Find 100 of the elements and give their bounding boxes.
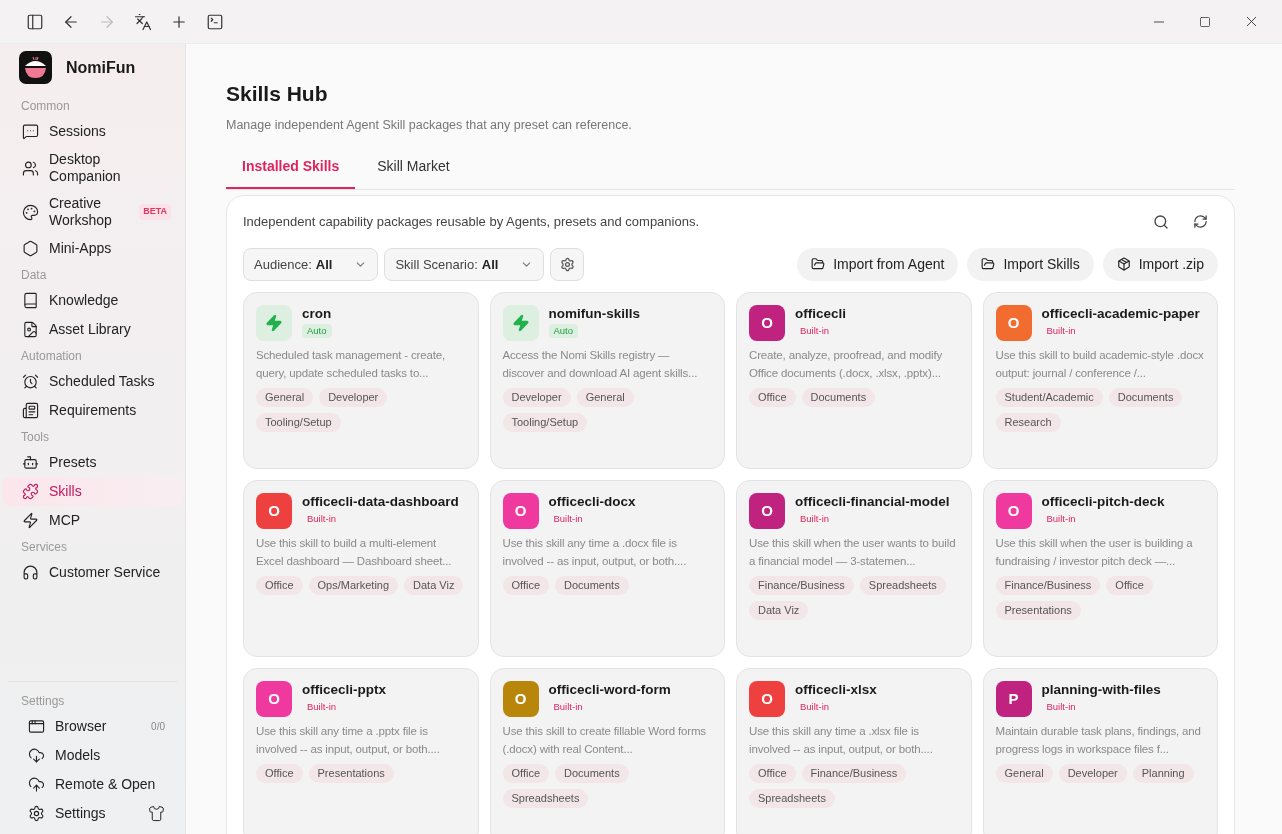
sidebar-toggle-icon[interactable] — [26, 12, 44, 31]
skill-icon-tile: O — [502, 680, 539, 717]
book-icon — [22, 292, 39, 309]
skill-tag: Data Viz — [404, 575, 464, 595]
sidebar-item[interactable]: Settings — [8, 799, 177, 828]
skill-tag: Developer — [1058, 763, 1127, 783]
chat-icon — [22, 123, 39, 140]
skill-card[interactable]: O officecli-academic-paper Built-in Use this skill to build academic-style .docx output: journal / conference /... Student/Academic Documents Research — [982, 291, 1218, 469]
skill-type-label: Built-in — [1045, 511, 1077, 526]
section-heading: Settings — [20, 693, 66, 710]
lightning-icon — [265, 313, 283, 332]
skill-tag: Office — [1106, 575, 1153, 595]
skill-description: Scheduled task management - create, query, update scheduled tasks to... — [256, 347, 447, 381]
skill-tag: Developer — [319, 387, 388, 407]
skill-name: officecli-word-form — [548, 680, 671, 699]
skill-icon-tile: O — [749, 492, 785, 529]
skill-card[interactable]: O officecli-pptx Built-in Use this skill any time a .pptx file is involved -- as input, output, or both.... Office Presentations — [243, 667, 479, 834]
skill-card[interactable]: O officecli-docx Built-in Use this skill any time a .docx file is involved -- as input, output, or both.... Office Documents — [489, 479, 725, 657]
skill-tag: Tooling/Setup — [256, 412, 341, 432]
sidebar-item[interactable]: Requirements — [2, 396, 183, 425]
sidebar-item[interactable]: Desktop Companion — [2, 146, 183, 190]
skill-tag: Documents — [801, 387, 876, 407]
section-heading: Automation — [20, 348, 83, 365]
sidebar-item[interactable]: Customer Service — [2, 558, 183, 587]
skill-card[interactable]: O officecli-pitch-deck Built-in Use this skill when the user is building a fundraising / investor pitch deck —... Finance/Business Office Presentations — [982, 479, 1218, 657]
section-heading: Common — [20, 98, 71, 115]
sidebar-item[interactable]: MCP — [2, 506, 183, 535]
skill-tag: Planning — [1132, 763, 1194, 783]
skill-tag: Tooling/Setup — [502, 412, 588, 432]
tab[interactable]: Installed Skills — [226, 156, 356, 190]
import-button[interactable]: Import from Agent — [797, 247, 959, 281]
skill-tag: Office — [502, 763, 550, 783]
skill-icon-tile: O — [995, 304, 1032, 341]
skill-icon-tile: P — [995, 680, 1032, 717]
skill-tag: Spreadsheets — [859, 575, 946, 595]
skill-description: Use this skill any time a .xlsx file is involved -- as input, output, or both.... — [749, 723, 934, 757]
sidebar-item[interactable]: Remote & Open — [8, 770, 177, 799]
lightning-icon — [511, 313, 530, 332]
robot-icon — [22, 454, 39, 471]
folder-icon — [811, 257, 826, 272]
skill-icon-tile: O — [256, 680, 292, 717]
hexagon-icon — [22, 240, 39, 257]
skill-tag: Research — [995, 412, 1061, 432]
sidebar-item[interactable]: Creative Workshop BETA — [2, 190, 183, 234]
filter-dropdown[interactable]: Audience: All — [243, 247, 379, 281]
skill-card[interactable]: cron Auto Scheduled task management - create, query, update scheduled tasks to... General Developer Tooling/Setup — [243, 291, 479, 469]
maximize-icon[interactable] — [1199, 15, 1211, 28]
beta-badge: BETA — [139, 204, 171, 220]
skill-name: officecli — [795, 304, 846, 323]
tab[interactable]: Skill Market — [361, 156, 466, 190]
skill-tag: Office — [502, 575, 550, 595]
sidebar-item[interactable]: Browser 0/0 — [8, 712, 177, 741]
people-icon — [22, 159, 39, 177]
skill-card[interactable]: O officecli Built-in Create, analyze, proofread, and modify Office documents (.docx, .xlsx, .pptx)... Office Documents — [736, 291, 972, 469]
import-button[interactable]: Import .zip — [1102, 247, 1218, 281]
puzzle-icon — [22, 483, 39, 500]
skill-type-label: Built-in — [799, 699, 831, 714]
skill-tag: Office — [256, 763, 303, 783]
sidebar-item[interactable]: Sessions — [2, 117, 183, 146]
section-heading: Tools — [20, 429, 50, 446]
sidebar-item[interactable]: Knowledge — [2, 286, 183, 315]
skill-tag: Finance/Business — [801, 763, 907, 783]
skill-tag: Student/Academic — [995, 387, 1103, 407]
skill-card[interactable]: O officecli-xlsx Built-in Use this skill any time a .xlsx file is involved -- as input, output, or both.... Office Finance/Business Spreadsheets — [736, 667, 972, 834]
import-button[interactable]: Import Skills — [967, 247, 1094, 281]
package-icon — [1116, 257, 1131, 272]
sidebar-item[interactable]: Presets — [2, 448, 183, 477]
skill-card[interactable]: O officecli-financial-model Built-in Use this skill when the user wants to build a financial model — 3-statemen... Finance/Business Spreadsheets Data Viz — [736, 479, 972, 657]
refresh-icon[interactable] — [1193, 214, 1208, 229]
section-heading: Services — [20, 539, 68, 556]
skill-icon-tile: O — [749, 680, 785, 717]
headphones-icon — [22, 564, 39, 581]
sidebar-item[interactable]: Models — [8, 741, 177, 770]
skill-description: Use this skill to create fillable Word forms (.docx) with real Content... — [502, 723, 707, 757]
skill-tag: Developer — [502, 387, 571, 407]
terminal-icon[interactable] — [206, 12, 224, 31]
shirt-icon[interactable] — [148, 805, 165, 822]
skill-tag: Presentations — [995, 600, 1081, 620]
skill-description: Create, analyze, proofread, and modify Office documents (.docx, .xlsx, .pptx)... — [749, 347, 944, 381]
skill-type-label: Built-in — [306, 699, 338, 714]
filter-dropdown[interactable]: Skill Scenario: All — [384, 247, 545, 281]
settings-button[interactable] — [550, 247, 585, 281]
cloud-icon — [28, 776, 45, 793]
skill-type-label: Built-in — [306, 511, 338, 526]
skill-name: officecli-data-dashboard — [302, 492, 459, 511]
skill-card[interactable]: nomifun-skills Auto Access the Nomi Skills registry — discover and download AI agent skills... Developer General Tooling/Setup — [489, 291, 725, 469]
skill-name: planning-with-files — [1041, 680, 1161, 699]
sidebar-item[interactable]: Mini-Apps — [2, 234, 183, 263]
skill-type-label: Built-in — [799, 323, 831, 338]
settings-icon — [28, 805, 45, 822]
skill-card[interactable]: O officecli-data-dashboard Built-in Use this skill to build a multi-element Excel dashboard — Dashboard sheet... Office Ops/Marketing Data Viz — [243, 479, 479, 657]
page-title: Skills Hub — [226, 81, 329, 107]
sidebar-item[interactable]: Asset Library — [2, 315, 183, 344]
search-icon[interactable] — [1153, 214, 1169, 230]
skill-card[interactable]: P planning-with-files Built-in Maintain durable task plans, findings, and progress logs in workspace files f... General Developer Planning — [982, 667, 1218, 834]
skill-description: Use this skill to build academic-style .docx output: journal / conference /... — [995, 347, 1205, 381]
sidebar-item[interactable]: Scheduled Tasks — [2, 367, 183, 396]
sidebar-item[interactable]: Skills — [2, 477, 183, 506]
translate-icon[interactable] — [134, 12, 152, 31]
skill-card[interactable]: O officecli-word-form Built-in Use this skill to create fillable Word forms (.docx) with real Content... Office Documents Spreadsheets — [489, 667, 725, 834]
